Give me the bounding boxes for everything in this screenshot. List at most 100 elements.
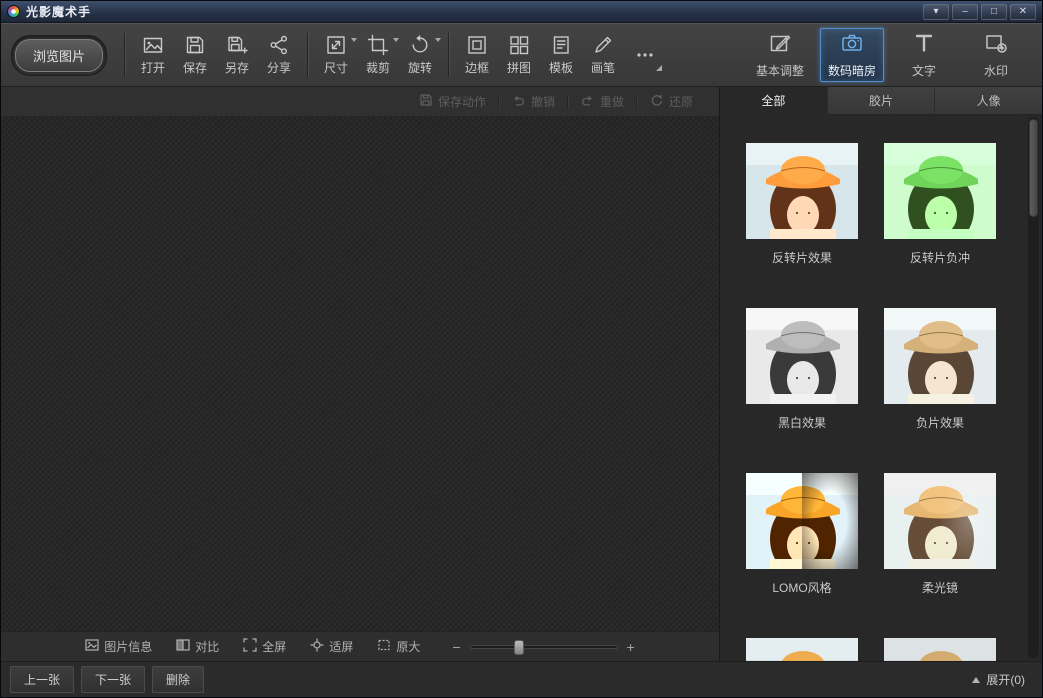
toolbar-separator bbox=[124, 33, 125, 77]
filter-item[interactable]: 柔光镜 bbox=[884, 473, 996, 596]
filter-thumbnail bbox=[746, 638, 858, 661]
watermark-icon bbox=[984, 31, 1008, 58]
minimize-button[interactable]: – bbox=[952, 4, 978, 20]
save-action-label: 保存动作 bbox=[438, 93, 486, 110]
fullscreen-label: 全屏 bbox=[262, 638, 286, 655]
rotate-button[interactable]: 旋转 bbox=[399, 29, 441, 81]
filter-item[interactable]: 反转片效果 bbox=[746, 143, 858, 266]
browse-images-button[interactable]: 浏览图片 bbox=[15, 39, 103, 72]
border-label: 边框 bbox=[465, 59, 489, 76]
redo-button[interactable]: 重做 bbox=[568, 93, 636, 111]
filter-item-partial[interactable] bbox=[746, 638, 858, 661]
collage-button[interactable]: 拼图 bbox=[498, 29, 540, 81]
restore-button[interactable]: 还原 bbox=[637, 93, 705, 111]
compare-label: 对比 bbox=[195, 638, 219, 655]
filter-tab-all[interactable]: 全部 bbox=[720, 87, 828, 115]
filter-tab-film[interactable]: 胶片 bbox=[828, 87, 936, 115]
template-button[interactable]: 模板 bbox=[540, 29, 582, 81]
crop-button[interactable]: 裁剪 bbox=[357, 29, 399, 81]
text-icon bbox=[912, 31, 936, 58]
zoom-slider[interactable] bbox=[470, 645, 618, 649]
resize-button[interactable]: 尺寸 bbox=[315, 29, 357, 81]
window-menu-button[interactable]: ▾ bbox=[923, 4, 949, 20]
filter-item[interactable]: 反转片负冲 bbox=[884, 143, 996, 266]
panel-scrollbar[interactable] bbox=[1028, 117, 1039, 658]
filter-grid: 反转片效果 反转片负冲 黑白效果 负片效果 bbox=[746, 143, 1024, 661]
expand-corner-icon bbox=[656, 65, 662, 71]
open-label: 打开 bbox=[141, 59, 165, 76]
share-button[interactable]: 分享 bbox=[258, 29, 300, 81]
share-label: 分享 bbox=[267, 59, 291, 76]
more-tools-button[interactable] bbox=[624, 29, 666, 81]
save-button[interactable]: 保存 bbox=[174, 29, 216, 81]
original-size-icon bbox=[377, 638, 391, 655]
zoom-in-button[interactable]: + bbox=[627, 640, 635, 654]
expand-tray-label: 展开(0) bbox=[986, 671, 1025, 688]
redo-icon bbox=[580, 93, 595, 111]
resize-label: 尺寸 bbox=[324, 59, 348, 76]
zoom-slider-thumb[interactable] bbox=[514, 640, 524, 655]
image-info-button[interactable]: 图片信息 bbox=[85, 638, 152, 655]
filter-name: 反转片负冲 bbox=[884, 249, 996, 266]
save-as-button[interactable]: 另存 bbox=[216, 29, 258, 81]
save-label: 保存 bbox=[183, 59, 207, 76]
filter-item-partial[interactable] bbox=[884, 638, 996, 661]
save-action-icon bbox=[419, 93, 433, 110]
filter-item[interactable]: LOMO风格 bbox=[746, 473, 858, 596]
canvas-statusbar: 图片信息 对比 全屏 适屏 原大 bbox=[1, 631, 719, 661]
filter-item[interactable]: 黑白效果 bbox=[746, 308, 858, 431]
compare-button[interactable]: 对比 bbox=[176, 638, 219, 655]
panel-scrollbar-thumb[interactable] bbox=[1029, 119, 1038, 217]
zoom-out-button[interactable]: − bbox=[452, 640, 460, 654]
save-action-button[interactable]: 保存动作 bbox=[407, 93, 498, 110]
undo-icon bbox=[511, 93, 526, 111]
toolbar-separator bbox=[448, 33, 449, 77]
tab-basic-adjust[interactable]: 基本调整 bbox=[748, 28, 812, 82]
titlebar[interactable]: 光影魔术手 ▾ – □ ✕ bbox=[1, 1, 1042, 23]
action-bar: 保存动作 撤销 重做 还原 bbox=[1, 87, 719, 117]
restore-icon bbox=[649, 93, 664, 111]
tab-watermark[interactable]: 水印 bbox=[964, 28, 1028, 82]
filter-thumbnail bbox=[884, 143, 996, 239]
filter-item[interactable]: 负片效果 bbox=[884, 308, 996, 431]
resize-icon bbox=[325, 34, 347, 56]
camera-icon bbox=[840, 31, 864, 58]
filter-name: LOMO风格 bbox=[746, 579, 858, 596]
tab-digital-darkroom-label: 数码暗房 bbox=[828, 62, 876, 79]
tab-text[interactable]: 文字 bbox=[892, 28, 956, 82]
open-button[interactable]: 打开 bbox=[132, 29, 174, 81]
dropdown-caret-icon bbox=[435, 38, 441, 42]
rotate-label: 旋转 bbox=[408, 59, 432, 76]
save-as-label: 另存 bbox=[225, 59, 249, 76]
next-image-button[interactable]: 下一张 bbox=[81, 666, 145, 693]
filter-thumbnail bbox=[746, 308, 858, 404]
brush-button[interactable]: 画笔 bbox=[582, 29, 624, 81]
delete-image-button[interactable]: 删除 bbox=[152, 666, 204, 693]
collage-label: 拼图 bbox=[507, 59, 531, 76]
image-canvas[interactable] bbox=[1, 117, 719, 631]
share-icon bbox=[268, 34, 290, 56]
maximize-button[interactable]: □ bbox=[981, 4, 1007, 20]
restore-label: 还原 bbox=[669, 93, 693, 110]
toolbar-separator bbox=[307, 33, 308, 77]
border-button[interactable]: 边框 bbox=[456, 29, 498, 81]
expand-tray-button[interactable]: 展开(0) bbox=[972, 671, 1033, 688]
fullscreen-button[interactable]: 全屏 bbox=[243, 638, 286, 655]
filter-tab-portrait[interactable]: 人像 bbox=[935, 87, 1042, 115]
original-size-button[interactable]: 原大 bbox=[377, 638, 420, 655]
close-button[interactable]: ✕ bbox=[1010, 4, 1036, 20]
undo-button[interactable]: 撤销 bbox=[499, 93, 567, 111]
tab-digital-darkroom[interactable]: 数码暗房 bbox=[820, 28, 884, 82]
previous-image-button[interactable]: 上一张 bbox=[10, 666, 74, 693]
bottom-bar: 上一张 下一张 删除 展开(0) bbox=[1, 661, 1042, 697]
fit-screen-button[interactable]: 适屏 bbox=[310, 638, 353, 655]
save-as-icon bbox=[226, 34, 248, 56]
crop-label: 裁剪 bbox=[366, 59, 390, 76]
content-area: 保存动作 撤销 重做 还原 bbox=[1, 87, 1042, 661]
filter-thumbnail bbox=[746, 143, 858, 239]
undo-label: 撤销 bbox=[531, 93, 555, 110]
redo-label: 重做 bbox=[600, 93, 624, 110]
brush-icon bbox=[592, 34, 614, 56]
mode-tabs: 基本调整 数码暗房 文字 水印 bbox=[748, 28, 1032, 82]
tab-text-label: 文字 bbox=[912, 62, 936, 79]
